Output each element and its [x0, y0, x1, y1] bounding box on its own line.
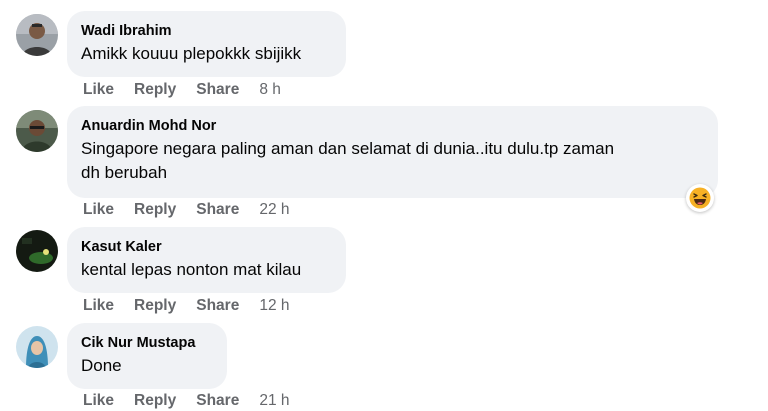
comment-timestamp[interactable]: 8 h: [259, 80, 281, 100]
avatar[interactable]: [16, 110, 58, 152]
reply-button[interactable]: Reply: [134, 296, 176, 316]
avatar[interactable]: [16, 230, 58, 272]
avatar[interactable]: [16, 14, 58, 56]
share-button[interactable]: Share: [196, 80, 239, 100]
comment-author[interactable]: Wadi Ibrahim: [81, 22, 332, 40]
reply-button[interactable]: Reply: [134, 80, 176, 100]
dark-scene-icon: [16, 230, 58, 272]
man-portrait-icon: [16, 110, 58, 152]
comment-bubble: Wadi Ibrahim Amikk kouuu plepokkk sbijik…: [67, 11, 346, 77]
share-button[interactable]: Share: [196, 296, 239, 316]
haha-reaction-icon: [689, 187, 711, 209]
comment-author[interactable]: Anuardin Mohd Nor: [81, 117, 704, 135]
comment-bubble: Kasut Kaler kental lepas nonton mat kila…: [67, 227, 346, 293]
comment-author[interactable]: Kasut Kaler: [81, 238, 332, 256]
like-button[interactable]: Like: [83, 200, 114, 220]
comment-actions: Like Reply Share 8 h: [83, 80, 281, 100]
avatar[interactable]: [16, 326, 58, 368]
reply-button[interactable]: Reply: [134, 391, 176, 411]
comment-text: Amikk kouuu plepokkk sbijikk: [81, 44, 302, 63]
comment-text: Done: [81, 356, 122, 375]
like-button[interactable]: Like: [83, 391, 114, 411]
comment-bubble: Cik Nur Mustapa Done: [67, 323, 227, 389]
like-button[interactable]: Like: [83, 296, 114, 316]
comment-actions: Like Reply Share 12 h: [83, 296, 290, 316]
comment-actions: Like Reply Share 21 h: [83, 391, 290, 411]
comment-actions: Like Reply Share 22 h: [83, 200, 290, 220]
man-portrait-icon: [16, 14, 58, 56]
comment-bubble: Anuardin Mohd Nor Singapore negara palin…: [67, 106, 718, 198]
comment-author[interactable]: Cik Nur Mustapa: [81, 334, 213, 352]
share-button[interactable]: Share: [196, 200, 239, 220]
reaction-badge[interactable]: [686, 184, 714, 212]
comment-timestamp[interactable]: 22 h: [259, 200, 289, 220]
comment-timestamp[interactable]: 21 h: [259, 391, 289, 411]
comment-timestamp[interactable]: 12 h: [259, 296, 289, 316]
comment-text: Singapore negara paling aman dan selamat…: [81, 139, 615, 182]
comment-thread: Wadi Ibrahim Amikk kouuu plepokkk sbijik…: [0, 0, 768, 411]
reply-button[interactable]: Reply: [134, 200, 176, 220]
hijab-woman-icon: [16, 326, 58, 368]
comment-text: kental lepas nonton mat kilau: [81, 260, 302, 279]
like-button[interactable]: Like: [83, 80, 114, 100]
share-button[interactable]: Share: [196, 391, 239, 411]
